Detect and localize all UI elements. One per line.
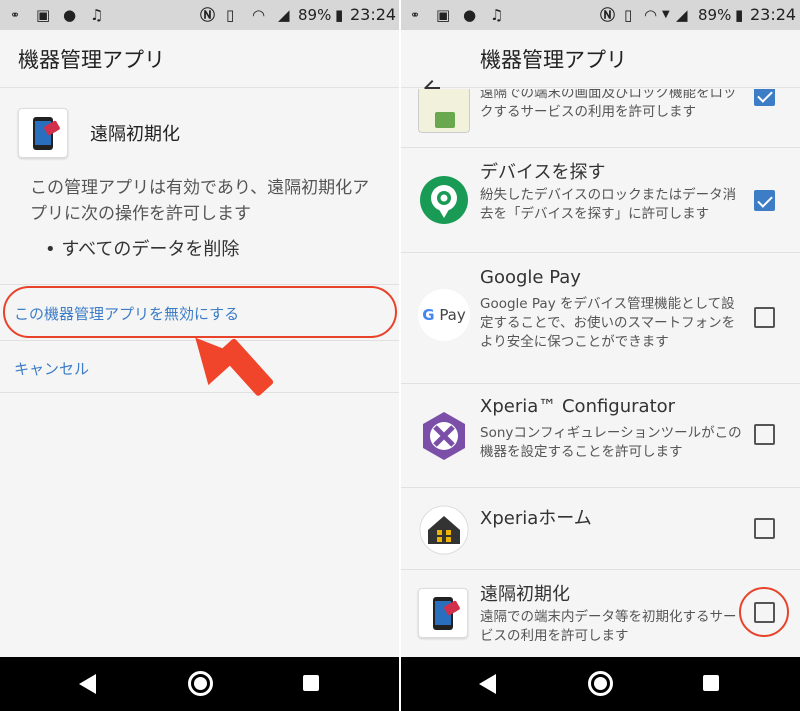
list-item[interactable]: G Pay Google Pay Google Pay をデバイス管理機能として… bbox=[400, 253, 800, 383]
item-title: 遠隔初期化 bbox=[480, 584, 570, 605]
item-description: 紛失したデバイスのロックまたはデータ消去を「デバイスを探す」に許可します bbox=[480, 187, 737, 222]
page-title: 機器管理アプリ bbox=[18, 48, 165, 72]
app-bar: 機器管理アプリ bbox=[400, 30, 800, 96]
voicemail-icon: ⚭ bbox=[10, 8, 21, 22]
deactivate-button[interactable]: この機器管理アプリを無効にする bbox=[14, 303, 239, 324]
item-title: Xperia™ Configurator bbox=[480, 396, 676, 417]
app-bar: 機器管理アプリ bbox=[0, 30, 400, 88]
page-title: 機器管理アプリ bbox=[480, 48, 627, 72]
status-bar: ⚭ ▣ ● ♫ Ⓝ ▯ ◠ ▼ ◢ 89% ▮ 23:24 bbox=[400, 0, 800, 30]
google-pay-icon-text: Pay bbox=[439, 306, 466, 324]
admin-checkbox[interactable] bbox=[754, 89, 775, 106]
remote-wipe-icon bbox=[418, 588, 468, 638]
headset-icon: ♫ bbox=[90, 6, 104, 24]
clock: 23:24 bbox=[350, 5, 397, 24]
lock-icon bbox=[418, 89, 470, 133]
image-icon: ▣ bbox=[436, 6, 451, 24]
item-title: Xperiaホーム bbox=[480, 508, 592, 529]
left-screen: ⚭ ▣ ● ♫ Ⓝ ▯ ◠ ◢ 89% ▮ 23:24 機器管理アプリ 遠隔初期… bbox=[0, 0, 400, 711]
image-icon: ▣ bbox=[36, 6, 51, 24]
recents-icon[interactable] bbox=[303, 675, 319, 691]
item-description: 遠隔での端末の画面及びロック機能をロックするサービスの利用を許可します bbox=[480, 89, 737, 120]
divider bbox=[0, 284, 400, 285]
item-description: Sonyコンフィギュレーションツールがこの機器を設定することを許可します bbox=[480, 425, 742, 460]
app-name: 遠隔初期化 bbox=[90, 124, 180, 145]
headset-icon: ♫ bbox=[490, 6, 504, 24]
home-icon[interactable] bbox=[188, 671, 213, 696]
circle-icon: ● bbox=[63, 6, 77, 24]
admin-checkbox[interactable] bbox=[754, 424, 775, 445]
vibrate-icon: ▯ bbox=[624, 6, 633, 24]
admin-checkbox[interactable] bbox=[754, 518, 775, 539]
divider bbox=[0, 392, 400, 393]
voicemail-icon: ⚭ bbox=[410, 8, 421, 22]
back-icon[interactable] bbox=[479, 674, 496, 694]
list-item[interactable]: 遠隔での端末の画面及びロック機能をロックするサービスの利用を許可します bbox=[400, 89, 800, 147]
nav-bar bbox=[0, 657, 400, 711]
cancel-button[interactable]: キャンセル bbox=[14, 358, 89, 379]
item-title: デバイスを探す bbox=[480, 162, 606, 183]
item-title: Google Pay bbox=[480, 267, 581, 288]
screen-divider bbox=[399, 0, 401, 711]
status-bar: ⚭ ▣ ● ♫ Ⓝ ▯ ◠ ◢ 89% ▮ 23:24 bbox=[0, 0, 400, 30]
item-description: 遠隔での端末内データ等を初期化するサービスの利用を許可します bbox=[480, 609, 737, 644]
admin-description: この管理アプリは有効であり、遠隔初期化アプリに次の操作を許可します bbox=[30, 178, 370, 224]
xperia-home-icon bbox=[418, 504, 470, 556]
recents-icon[interactable] bbox=[703, 675, 719, 691]
google-pay-icon: G Pay bbox=[418, 289, 470, 341]
nfc-icon: Ⓝ bbox=[200, 6, 216, 24]
device-admin-list: 遠隔での端末の画面及びロック機能をロックするサービスの利用を許可します デバイス… bbox=[400, 89, 800, 657]
battery-icon: ▮ bbox=[735, 6, 744, 24]
nfc-icon: Ⓝ bbox=[600, 6, 616, 24]
item-description: Google Pay をデバイス管理機能として設定することで、お使いのスマートフ… bbox=[480, 296, 736, 350]
back-icon[interactable] bbox=[79, 674, 96, 694]
list-item[interactable]: Xperiaホーム bbox=[400, 488, 800, 568]
find-device-icon bbox=[418, 174, 470, 226]
clock: 23:24 bbox=[750, 5, 797, 24]
circle-icon: ● bbox=[463, 6, 477, 24]
battery-percent: 89% bbox=[298, 6, 332, 24]
list-item[interactable]: デバイスを探す 紛失したデバイスのロックまたはデータ消去を「デバイスを探す」に許… bbox=[400, 148, 800, 254]
nav-bar bbox=[400, 657, 800, 711]
battery-icon: ▮ bbox=[335, 6, 344, 24]
battery-percent: 89% bbox=[698, 6, 732, 24]
vibrate-icon: ▯ bbox=[226, 6, 235, 24]
list-item[interactable]: Xperia™ Configurator Sonyコンフィギュレーションツールが… bbox=[400, 384, 800, 486]
right-screen: ⚭ ▣ ● ♫ Ⓝ ▯ ◠ ▼ ◢ 89% ▮ 23:24 機器管理アプリ 遠隔… bbox=[400, 0, 800, 711]
signal-icon: ◢ bbox=[278, 6, 290, 24]
data-arrow-icon: ▼ bbox=[662, 9, 670, 20]
remote-wipe-icon bbox=[18, 108, 68, 158]
wifi-icon: ◠ bbox=[252, 6, 266, 24]
wifi-icon: ◠ bbox=[644, 6, 658, 24]
configurator-icon bbox=[418, 410, 470, 462]
highlight-circle bbox=[739, 587, 789, 637]
home-icon[interactable] bbox=[588, 671, 613, 696]
permission-item: • すべてのデータを削除 bbox=[45, 239, 240, 260]
signal-icon: ◢ bbox=[676, 6, 688, 24]
admin-checkbox[interactable] bbox=[754, 307, 775, 328]
admin-checkbox[interactable] bbox=[754, 190, 775, 211]
